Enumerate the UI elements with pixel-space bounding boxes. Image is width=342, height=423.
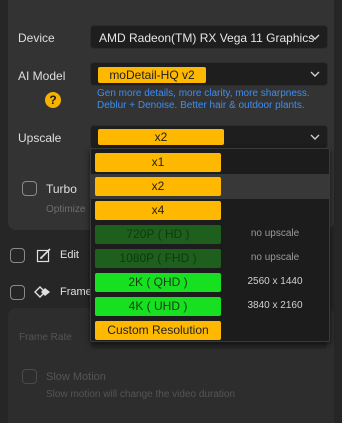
frame-rate-label: Frame Rate — [19, 332, 72, 343]
upscale-option[interactable]: x4 — [91, 198, 329, 223]
frame-label: Frame — [60, 286, 92, 298]
upscale-option-resolution: 2560 x 1440 — [247, 276, 303, 287]
upscale-option-resolution: no upscale — [250, 252, 300, 263]
upscale-option[interactable]: 2K ( QHD ) 2560 x 1440 — [91, 270, 329, 295]
help-icon[interactable]: ? — [45, 92, 61, 108]
slow-motion-description: Slow motion will change the video durati… — [46, 389, 235, 400]
edit-label: Edit — [60, 249, 79, 261]
upscale-option[interactable]: 1080P ( FHD ) no upscale — [91, 246, 329, 271]
device-select[interactable]: AMD Radeon(TM) RX Vega 11 Graphics — [90, 25, 328, 49]
frame-checkbox[interactable] — [10, 285, 25, 300]
upscale-option-label: Custom Resolution — [95, 321, 221, 340]
upscale-option-label: 2K ( QHD ) — [95, 273, 221, 292]
upscale-option-resolution: no upscale — [250, 228, 300, 239]
slow-motion-checkbox[interactable] — [22, 369, 37, 384]
upscale-option-label: 1080P ( FHD ) — [95, 249, 221, 268]
chevron-down-icon — [310, 134, 320, 140]
upscale-dropdown: x1 x2 x4 720P ( HD ) no upscale 1080P ( … — [90, 148, 330, 342]
ai-model-label: AI Model — [18, 69, 66, 83]
edit-icon — [36, 248, 51, 263]
upscale-option-label: 720P ( HD ) — [95, 225, 221, 244]
upscale-option-label: 4K ( UHD ) — [95, 297, 221, 316]
upscale-option[interactable]: 720P ( HD ) no upscale — [91, 222, 329, 247]
upscale-select[interactable]: x2 — [90, 125, 328, 149]
upscale-label: Upscale — [18, 131, 62, 145]
slow-motion-label: Slow Motion — [46, 371, 106, 383]
turbo-label: Turbo — [46, 182, 77, 196]
ai-model-description-2: Deblur + Denoise. Better hair & outdoor … — [97, 100, 305, 111]
upscale-option[interactable]: x2 — [91, 174, 329, 199]
upscale-option[interactable]: x1 — [91, 150, 329, 175]
ai-model-select[interactable]: moDetail-HQ v2 — [90, 62, 328, 86]
upscale-option[interactable]: 4K ( UHD ) 3840 x 2160 — [91, 294, 329, 319]
upscale-option-label: x4 — [95, 201, 221, 220]
turbo-checkbox[interactable] — [22, 181, 37, 196]
upscale-option[interactable]: Custom Resolution — [91, 318, 329, 343]
device-value: AMD Radeon(TM) RX Vega 11 Graphics — [99, 31, 315, 45]
edit-checkbox[interactable] — [10, 248, 25, 263]
upscale-value: x2 — [98, 129, 224, 145]
upscale-option-resolution: 3840 x 2160 — [247, 300, 303, 311]
frame-interpolation-icon — [34, 286, 50, 298]
ai-model-value: moDetail-HQ v2 — [98, 67, 206, 83]
chevron-down-icon — [310, 34, 320, 40]
upscale-option-label: x2 — [95, 177, 221, 196]
turbo-description: Optimize — [46, 204, 86, 215]
chevron-down-icon — [310, 71, 320, 77]
upscale-option-label: x1 — [95, 153, 221, 172]
device-label: Device — [18, 31, 55, 45]
